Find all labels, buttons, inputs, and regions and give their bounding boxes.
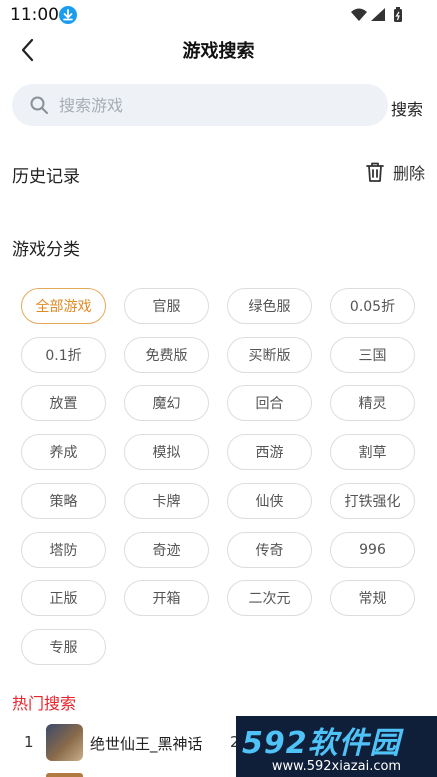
status-time: 11:00 [10,5,59,25]
category-title: 游戏分类 [12,240,80,260]
category-tag[interactable]: 奇迹 [124,531,209,568]
category-tag[interactable]: 传奇 [227,531,312,568]
download-icon [59,6,77,24]
category-tag[interactable]: 三国 [330,336,415,373]
history-title: 历史记录 [12,167,80,187]
category-tag[interactable]: 卡牌 [124,482,209,519]
category-tag[interactable]: 正版 [21,580,106,617]
delete-history-button[interactable]: 删除 [365,160,425,184]
hot-search-title: 热门搜索 [12,694,77,713]
category-tag[interactable]: 养成 [21,434,106,471]
trash-icon [366,162,384,182]
signal-icon [371,8,385,21]
delete-label: 删除 [392,164,425,183]
category-tag[interactable]: 塔防 [21,531,106,568]
category-tag[interactable]: 常规 [330,580,415,617]
category-tag[interactable]: 开箱 [124,580,209,617]
category-tag[interactable]: 全部游戏 [21,288,106,324]
watermark-logo: 592软件园 www.592xiazai.com [236,716,437,777]
category-tag[interactable]: 996 [330,531,415,568]
category-tag[interactable]: 专服 [21,628,106,665]
search-input[interactable] [59,95,359,115]
category-tag[interactable]: 买断版 [227,336,312,373]
category-tag[interactable]: 绿色服 [227,288,312,324]
category-tag[interactable]: 0.05折 [330,288,415,324]
category-tag[interactable]: 魔幻 [124,385,209,422]
search-icon [29,95,49,115]
category-tag[interactable]: 回合 [227,385,312,422]
category-tag[interactable]: 免费版 [124,336,209,373]
status-bar: 11:00 [0,0,437,30]
category-tag[interactable]: 官服 [124,288,209,324]
category-tag[interactable]: 仙侠 [227,482,312,519]
page-title: 游戏搜索 [182,41,255,62]
category-tag[interactable]: 精灵 [330,385,415,422]
hot-game-name: 绝世仙王_黑神话 [90,735,203,753]
category-tag[interactable]: 西游 [227,434,312,471]
wifi-icon [351,8,367,21]
search-button[interactable]: 搜索 [391,96,423,120]
battery-icon [394,7,402,22]
category-tag[interactable]: 割草 [330,434,415,471]
category-tag[interactable]: 模拟 [124,434,209,471]
game-thumbnail [46,724,83,761]
category-tag[interactable]: 二次元 [227,580,312,617]
category-tag[interactable]: 打铁强化 [330,482,415,519]
category-tag[interactable]: 策略 [21,482,106,519]
category-tag[interactable]: 放置 [21,385,106,422]
category-tag[interactable]: 0.1折 [21,336,106,373]
hot-rank: 1 [24,733,34,751]
status-icons [349,6,409,24]
watermark-url: www.592xiazai.com [271,759,402,774]
title-bar: 游戏搜索 [0,30,437,70]
watermark-title: 592软件园 [242,726,401,761]
game-thumbnail-next [46,773,83,777]
search-box[interactable] [12,84,388,126]
